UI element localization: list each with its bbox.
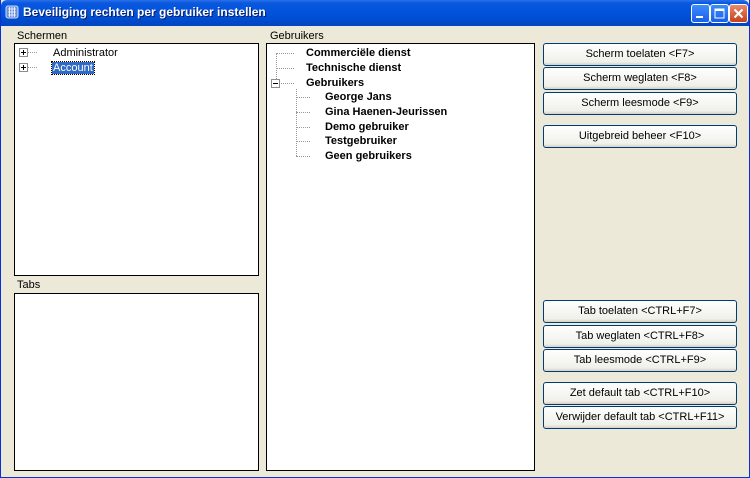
expand-account-icon[interactable] <box>19 63 28 72</box>
app-icon[interactable] <box>5 5 19 19</box>
tree-item-label: Gebruikers <box>306 77 365 89</box>
collapse-gebruikers-icon[interactable] <box>271 79 280 88</box>
close-icon <box>733 8 744 19</box>
close-button[interactable] <box>729 4 748 23</box>
schermen-tree[interactable]: Administrator Account <box>14 43 259 276</box>
verwijder-default-tab-button[interactable]: Verwijder default tab <CTRL+F11> <box>543 406 737 429</box>
maximize-button[interactable] <box>710 4 729 23</box>
tree-item-label: Geen gebruikers <box>325 150 412 162</box>
tree-line <box>296 127 310 129</box>
tree-line <box>296 141 310 143</box>
tab-leesmode-button[interactable]: Tab leesmode <CTRL+F9> <box>543 349 737 372</box>
tree-user-demo-gebruiker[interactable]: Demo gebruiker <box>325 120 409 134</box>
tree-item-label: Administrator <box>53 47 118 59</box>
gebruikers-label: Gebruikers <box>270 30 324 42</box>
scherm-toelaten-button[interactable]: Scherm toelaten <F7> <box>543 43 737 66</box>
tree-item-label: Demo gebruiker <box>325 121 409 133</box>
tree-group-gebruikers[interactable]: Gebruikers <box>306 76 364 90</box>
tree-line <box>276 68 294 70</box>
tree-user-gina-haenen-jeurissen[interactable]: Gina Haenen-Jeurissen <box>325 105 447 119</box>
minimize-button[interactable] <box>691 4 710 23</box>
tree-group-technische-dienst[interactable]: Technische dienst <box>306 61 401 75</box>
tree-group-commerciele-dienst[interactable]: Commerciële dienst <box>306 46 411 60</box>
title-bar[interactable]: Beveiliging rechten per gebruiker instel… <box>1 0 749 26</box>
tree-item-label: Gina Haenen-Jeurissen <box>325 106 448 118</box>
tree-item-account[interactable]: Account <box>51 61 95 75</box>
tree-user-testgebruiker[interactable]: Testgebruiker <box>325 134 397 148</box>
scherm-leesmode-button[interactable]: Scherm leesmode <F9> <box>543 92 737 115</box>
tree-user-george-jans[interactable]: George Jans <box>325 90 392 104</box>
tree-item-administrator[interactable]: Administrator <box>53 46 118 60</box>
tree-item-label: George Jans <box>325 91 392 103</box>
tree-line <box>296 89 298 156</box>
tab-toelaten-button[interactable]: Tab toelaten <CTRL+F7> <box>543 300 737 323</box>
tabs-label: Tabs <box>17 279 41 291</box>
gebruikers-tree[interactable]: Commerciële dienst Technische dienst Geb… <box>266 43 535 471</box>
tree-line <box>296 156 310 158</box>
tree-item-label: Technische dienst <box>306 62 402 74</box>
tree-user-geen-gebruikers[interactable]: Geen gebruikers <box>325 149 412 163</box>
uitgebreid-beheer-button[interactable]: Uitgebreid beheer <F10> <box>543 125 737 148</box>
app-window: Beveiliging rechten per gebruiker instel… <box>0 0 750 478</box>
tree-item-label: Account <box>51 61 95 75</box>
minimize-icon <box>696 16 703 18</box>
scherm-weglaten-button[interactable]: Scherm weglaten <F8> <box>543 67 737 90</box>
tree-line <box>296 112 310 114</box>
tab-weglaten-button[interactable]: Tab weglaten <CTRL+F8> <box>543 325 737 348</box>
zet-default-tab-button[interactable]: Zet default tab <CTRL+F10> <box>543 382 737 405</box>
tree-line <box>281 83 294 85</box>
tree-line <box>296 97 310 99</box>
expand-administrator-icon[interactable] <box>19 48 28 57</box>
window-title: Beveiliging rechten per gebruiker instel… <box>23 5 266 19</box>
tree-item-label: Commerciële dienst <box>306 47 411 59</box>
schermen-label: Schermen <box>17 30 68 42</box>
tree-line <box>276 53 294 55</box>
maximize-icon <box>714 8 725 19</box>
tabs-list[interactable] <box>14 293 259 471</box>
tree-item-label: Testgebruiker <box>325 135 397 147</box>
